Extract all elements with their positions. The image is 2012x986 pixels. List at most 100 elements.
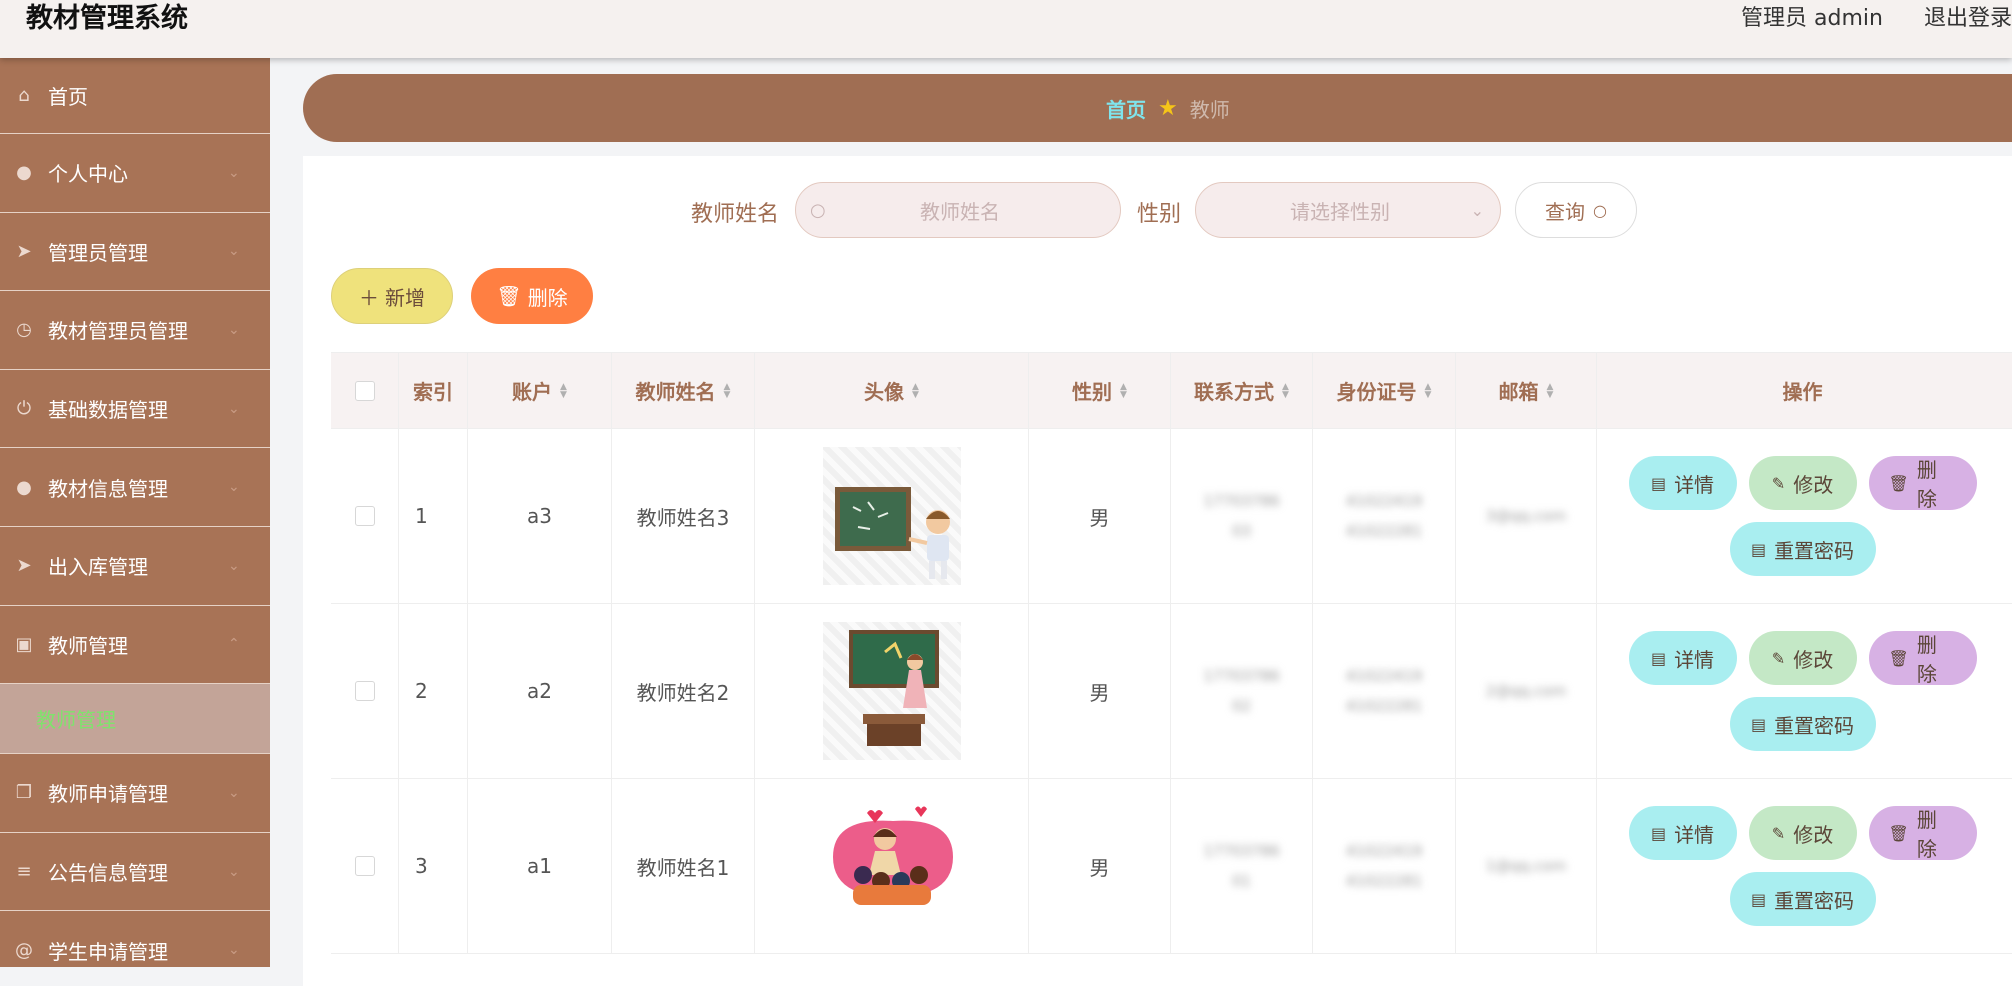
clock-icon: ◷: [16, 319, 32, 341]
select-all-cell: [331, 353, 399, 428]
sidebar-item-label: 个人中心: [48, 162, 128, 187]
col-idcard[interactable]: 身份证号 ▲ ▼: [1313, 353, 1456, 428]
top-bar: 教材管理系统 管理员 admin 退出登录: [0, 0, 2012, 58]
cell-ops: ▤ 详情 ✎ 修改 🗑 删除 ▤ 重置密码: [1597, 779, 2008, 953]
cell-ops: ▤ 详情 ✎ 修改 🗑 删除 ▤ 重置密码: [1597, 604, 2008, 778]
cell-index: 3: [399, 779, 468, 953]
pencil-icon: ✎: [1771, 648, 1786, 668]
select-all-checkbox[interactable]: [354, 380, 375, 401]
col-name[interactable]: 教师姓名 ▲ ▼: [612, 353, 755, 428]
plus-icon: ＋: [359, 285, 379, 310]
cell-email: 3@qq.com: [1456, 429, 1597, 603]
cell-ops: ▤ 详情 ✎ 修改 🗑 删除 ▤ 重置密码: [1597, 429, 2008, 603]
delete-button[interactable]: 🗑 删除: [1868, 456, 1977, 511]
table-row: 3 a1 教师姓名1 男 17703786 01 41022419 410222…: [331, 779, 2012, 954]
app-title: 教材管理系统: [26, 3, 188, 34]
detail-button[interactable]: ▤ 详情: [1628, 631, 1737, 685]
sidebar-item-label: 出入库管理: [48, 555, 148, 580]
sidebar-item-announcements[interactable]: ≡ 公告信息管理 ⌄: [0, 833, 270, 912]
document-icon: ▤: [1750, 889, 1767, 909]
col-avatar[interactable]: 头像 ▲ ▼: [755, 353, 1029, 428]
row-checkbox-cell: [331, 429, 399, 603]
sidebar-item-teachers[interactable]: ▣ 教师管理 ⌃: [0, 606, 270, 685]
sort-icon: ▲ ▼: [560, 381, 567, 400]
sort-icon: ▲ ▼: [1546, 381, 1554, 400]
home-icon: ⌂: [18, 85, 30, 106]
delete-button[interactable]: 🗑 删除: [1868, 631, 1977, 686]
email-text: 1@qq.com: [1485, 857, 1567, 875]
document-icon: ▤: [1650, 823, 1667, 843]
delete-label: 删除: [1916, 633, 1937, 686]
at-icon: @: [15, 939, 33, 961]
edit-button[interactable]: ✎ 修改: [1748, 806, 1857, 860]
search-icon: ○: [1593, 200, 1607, 220]
sidebar-item-home[interactable]: ⌂ 首页: [0, 58, 270, 134]
sidebar-item-base-data[interactable]: ⏻ 基础数据管理 ⌄: [0, 370, 270, 449]
teacher-table: 索引 账户 ▲ ▼ 教师姓名 ▲ ▼ 头像 ▲ ▼ 性别 ▲ ▼ 联系方式 ▲ ▼ 身份证号 ▲ ▼ 邮…: [331, 352, 2012, 954]
email-text: 3@qq.com: [1485, 507, 1567, 525]
phone-line-1: 17703786: [1203, 667, 1280, 685]
cell-gender: 男: [1029, 604, 1171, 778]
edit-button[interactable]: ✎ 修改: [1748, 631, 1857, 685]
reset-password-button[interactable]: ▤ 重置密码: [1729, 697, 1876, 751]
sidebar-item-admins[interactable]: ➤ 管理员管理 ⌄: [0, 213, 270, 292]
col-ops: 操作: [1597, 353, 2008, 428]
cell-account: a3: [468, 429, 612, 603]
sidebar-item-textbook-admins[interactable]: ◷ 教材管理员管理 ⌄: [0, 291, 270, 370]
document-icon: ▤: [1650, 473, 1667, 493]
query-button-label: 查询: [1545, 199, 1586, 224]
row-checkbox-cell: [331, 779, 399, 953]
col-name-label: 教师姓名: [635, 380, 716, 404]
add-button-label: 新增: [385, 285, 425, 310]
cell-idcard: 41022419 41022281: [1313, 429, 1456, 603]
teacher-name-placeholder: 教师姓名: [920, 199, 1000, 224]
copy-icon: ❐: [15, 782, 33, 804]
trash-icon: 🗑: [1888, 648, 1909, 668]
query-button[interactable]: 查询 ○: [1515, 182, 1637, 238]
delete-button[interactable]: 🗑 删除: [1868, 806, 1977, 861]
idcard-line-1: 41022419: [1345, 842, 1423, 860]
edit-button[interactable]: ✎ 修改: [1748, 456, 1857, 510]
sidebar-item-profile[interactable]: ● 个人中心 ⌄: [0, 134, 270, 213]
row-checkbox[interactable]: [354, 856, 375, 876]
col-phone[interactable]: 联系方式 ▲ ▼: [1171, 353, 1313, 428]
pencil-icon: ✎: [1771, 473, 1786, 493]
col-account[interactable]: 账户 ▲ ▼: [468, 353, 612, 428]
cell-name: 教师姓名2: [612, 604, 755, 778]
sidebar-item-label: 教材管理员管理: [48, 319, 188, 344]
table-row: 1 a3 教师姓名3 男 17703786 03 41022419 410222…: [331, 429, 2012, 604]
sidebar-item-label: 管理员管理: [48, 240, 148, 265]
send-icon: ➤: [16, 555, 32, 577]
breadcrumb-home[interactable]: 首页: [1106, 94, 1146, 123]
idcard-line-2: 41022281: [1345, 522, 1423, 540]
sidebar-item-student-applications[interactable]: @ 学生申请管理 ⌄: [0, 911, 270, 967]
top-right: 管理员 admin 退出登录: [1707, 0, 2012, 38]
edit-label: 修改: [1793, 472, 1834, 497]
row-checkbox[interactable]: [354, 506, 375, 526]
logout-link[interactable]: 退出登录: [1924, 6, 2012, 31]
gender-select[interactable]: 请选择性别 ⌄: [1195, 182, 1501, 238]
teacher-name-input[interactable]: ○ 教师姓名: [795, 182, 1121, 238]
sidebar-item-textbook-info[interactable]: ● 教材信息管理 ⌄: [0, 448, 270, 527]
sidebar-item-stock[interactable]: ➤ 出入库管理 ⌄: [0, 527, 270, 606]
send-icon: ➤: [16, 240, 32, 262]
table-row: 2 a2 教师姓名2 男 17703786 02 41022419 410222…: [331, 604, 2012, 779]
add-button[interactable]: ＋ 新增: [331, 268, 453, 324]
reset-password-button[interactable]: ▤ 重置密码: [1729, 522, 1876, 576]
detail-button[interactable]: ▤ 详情: [1628, 806, 1737, 860]
search-bar: 教师姓名 ○ 教师姓名 性别 请选择性别 ⌄ 查询 ○: [303, 182, 2012, 238]
batch-delete-button[interactable]: 🗑 删除: [471, 268, 593, 324]
row-checkbox[interactable]: [354, 681, 375, 701]
main-content: 首页 ★ 教师 教师姓名 ○ 教师姓名 性别 请选择性别 ⌄ 查询 ○ ＋ 新增: [270, 58, 2012, 986]
col-email[interactable]: 邮箱 ▲ ▼: [1456, 353, 1597, 428]
sidebar: ⌂ 首页 ● 个人中心 ⌄ ➤ 管理员管理 ⌄ ◷ 教材管理员管理 ⌄ ⏻ 基础…: [0, 58, 270, 967]
chevron-down-icon: ⌄: [228, 784, 240, 801]
detail-button[interactable]: ▤ 详情: [1628, 456, 1737, 510]
sidebar-subitem-teachers[interactable]: 教师管理: [0, 684, 270, 755]
breadcrumb: 首页 ★ 教师: [303, 74, 2012, 142]
chevron-down-icon: ⌄: [228, 479, 240, 496]
sidebar-item-teacher-applications[interactable]: ❐ 教师申请管理 ⌄: [0, 754, 270, 833]
col-gender[interactable]: 性别 ▲ ▼: [1029, 353, 1171, 428]
reset-password-button[interactable]: ▤ 重置密码: [1729, 872, 1876, 926]
chevron-down-icon: ⌄: [228, 321, 240, 338]
